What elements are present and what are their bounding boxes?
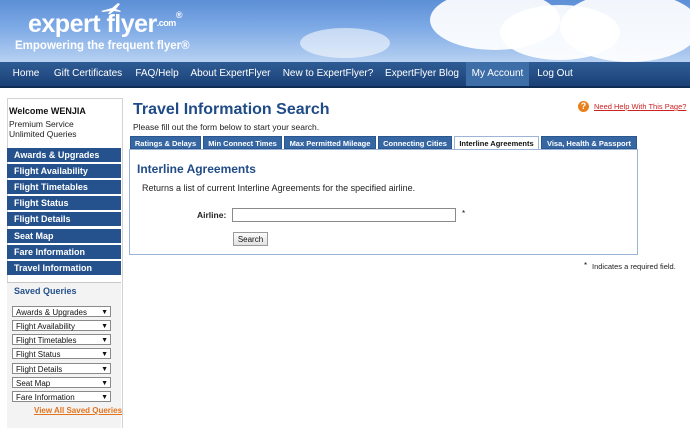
tagline: Empowering the frequent flyer® <box>15 40 190 52</box>
required-star-icon: * <box>462 209 466 218</box>
header-banner: expert flyer.com® Empowering the frequen… <box>0 0 690 62</box>
saved-query-select-awards[interactable]: Awards & Upgrades ▼ <box>12 306 111 317</box>
page-subtitle: Please fill out the form below to start … <box>133 122 320 132</box>
tab-ratings-delays[interactable]: Ratings & Delays <box>130 136 201 149</box>
chevron-down-icon: ▼ <box>101 351 108 358</box>
nav-home[interactable]: Home <box>5 62 47 86</box>
saved-query-select-status[interactable]: Flight Status ▼ <box>12 348 111 359</box>
search-button[interactable]: Search <box>233 232 268 246</box>
sidebar-item-flight-availability[interactable]: Flight Availability <box>7 164 121 178</box>
sidebar-item-travel-information[interactable]: Travel Information <box>7 261 121 275</box>
tab-visa-health-passport[interactable]: Visa, Health & Passport <box>541 136 637 149</box>
tab-max-permitted-mileage[interactable]: Max Permitted Mileage <box>284 136 376 149</box>
welcome-text: Welcome WENJIA <box>9 106 86 116</box>
chevron-down-icon: ▼ <box>101 323 108 330</box>
required-star-icon: * <box>584 261 588 270</box>
sidebar-item-fare-information[interactable]: Fare Information <box>7 245 121 259</box>
main-nav: Home Gift Certificates FAQ/Help About Ex… <box>0 62 690 88</box>
chevron-down-icon: ▼ <box>101 309 108 316</box>
sidebar-item-awards-upgrades[interactable]: Awards & Upgrades <box>7 148 121 162</box>
saved-query-select-fare[interactable]: Fare Information ▼ <box>12 391 111 402</box>
sidebar-item-seat-map[interactable]: Seat Map <box>7 229 121 243</box>
nav-log-out[interactable]: Log Out <box>531 62 579 86</box>
service-level: Premium Service <box>9 119 74 129</box>
chevron-down-icon: ▼ <box>101 366 108 373</box>
cloud <box>300 28 390 58</box>
saved-query-select-timetables[interactable]: Flight Timetables ▼ <box>12 334 111 345</box>
sidebar-item-flight-timetables[interactable]: Flight Timetables <box>7 180 121 194</box>
chevron-down-icon: ▼ <box>101 394 108 401</box>
help-link[interactable]: Need Help With This Page? <box>594 102 686 111</box>
chevron-down-icon: ▼ <box>101 337 108 344</box>
tab-interline-agreements[interactable]: Interline Agreements <box>454 136 539 150</box>
page-title: Travel Information Search <box>133 101 330 118</box>
sidebar-item-flight-details[interactable]: Flight Details <box>7 212 121 226</box>
airline-input[interactable] <box>232 208 456 222</box>
sidebar-item-flight-status[interactable]: Flight Status <box>7 196 121 210</box>
chevron-down-icon: ▼ <box>101 380 108 387</box>
saved-query-select-availability[interactable]: Flight Availability ▼ <box>12 320 111 331</box>
airline-label: Airline: <box>197 210 227 220</box>
saved-queries-title: Saved Queries <box>14 286 77 296</box>
plane-logo-icon <box>101 3 121 14</box>
saved-query-select-details[interactable]: Flight Details ▼ <box>12 363 111 374</box>
nav-about[interactable]: About ExpertFlyer <box>186 62 275 86</box>
nav-gift-certificates[interactable]: Gift Certificates <box>48 62 128 86</box>
panel-description: Returns a list of current Interline Agre… <box>142 183 416 193</box>
tab-connecting-cities[interactable]: Connecting Cities <box>378 136 452 149</box>
help-icon[interactable]: ? <box>578 101 589 112</box>
nav-new-to-expertflyer[interactable]: New to ExpertFlyer? <box>277 62 379 86</box>
query-limit: Unlimited Queries <box>9 129 77 139</box>
nav-faq-help[interactable]: FAQ/Help <box>130 62 184 86</box>
saved-query-select-seat-map[interactable]: Seat Map ▼ <box>12 377 111 388</box>
panel-title: Interline Agreements <box>137 162 256 176</box>
nav-my-account[interactable]: My Account <box>466 62 529 86</box>
nav-blog[interactable]: ExpertFlyer Blog <box>381 62 463 86</box>
required-note: Indicates a required field. <box>592 262 676 271</box>
view-all-saved-queries-link[interactable]: View All Saved Queries <box>34 406 122 415</box>
tab-min-connect-times[interactable]: Min Connect Times <box>203 136 282 149</box>
